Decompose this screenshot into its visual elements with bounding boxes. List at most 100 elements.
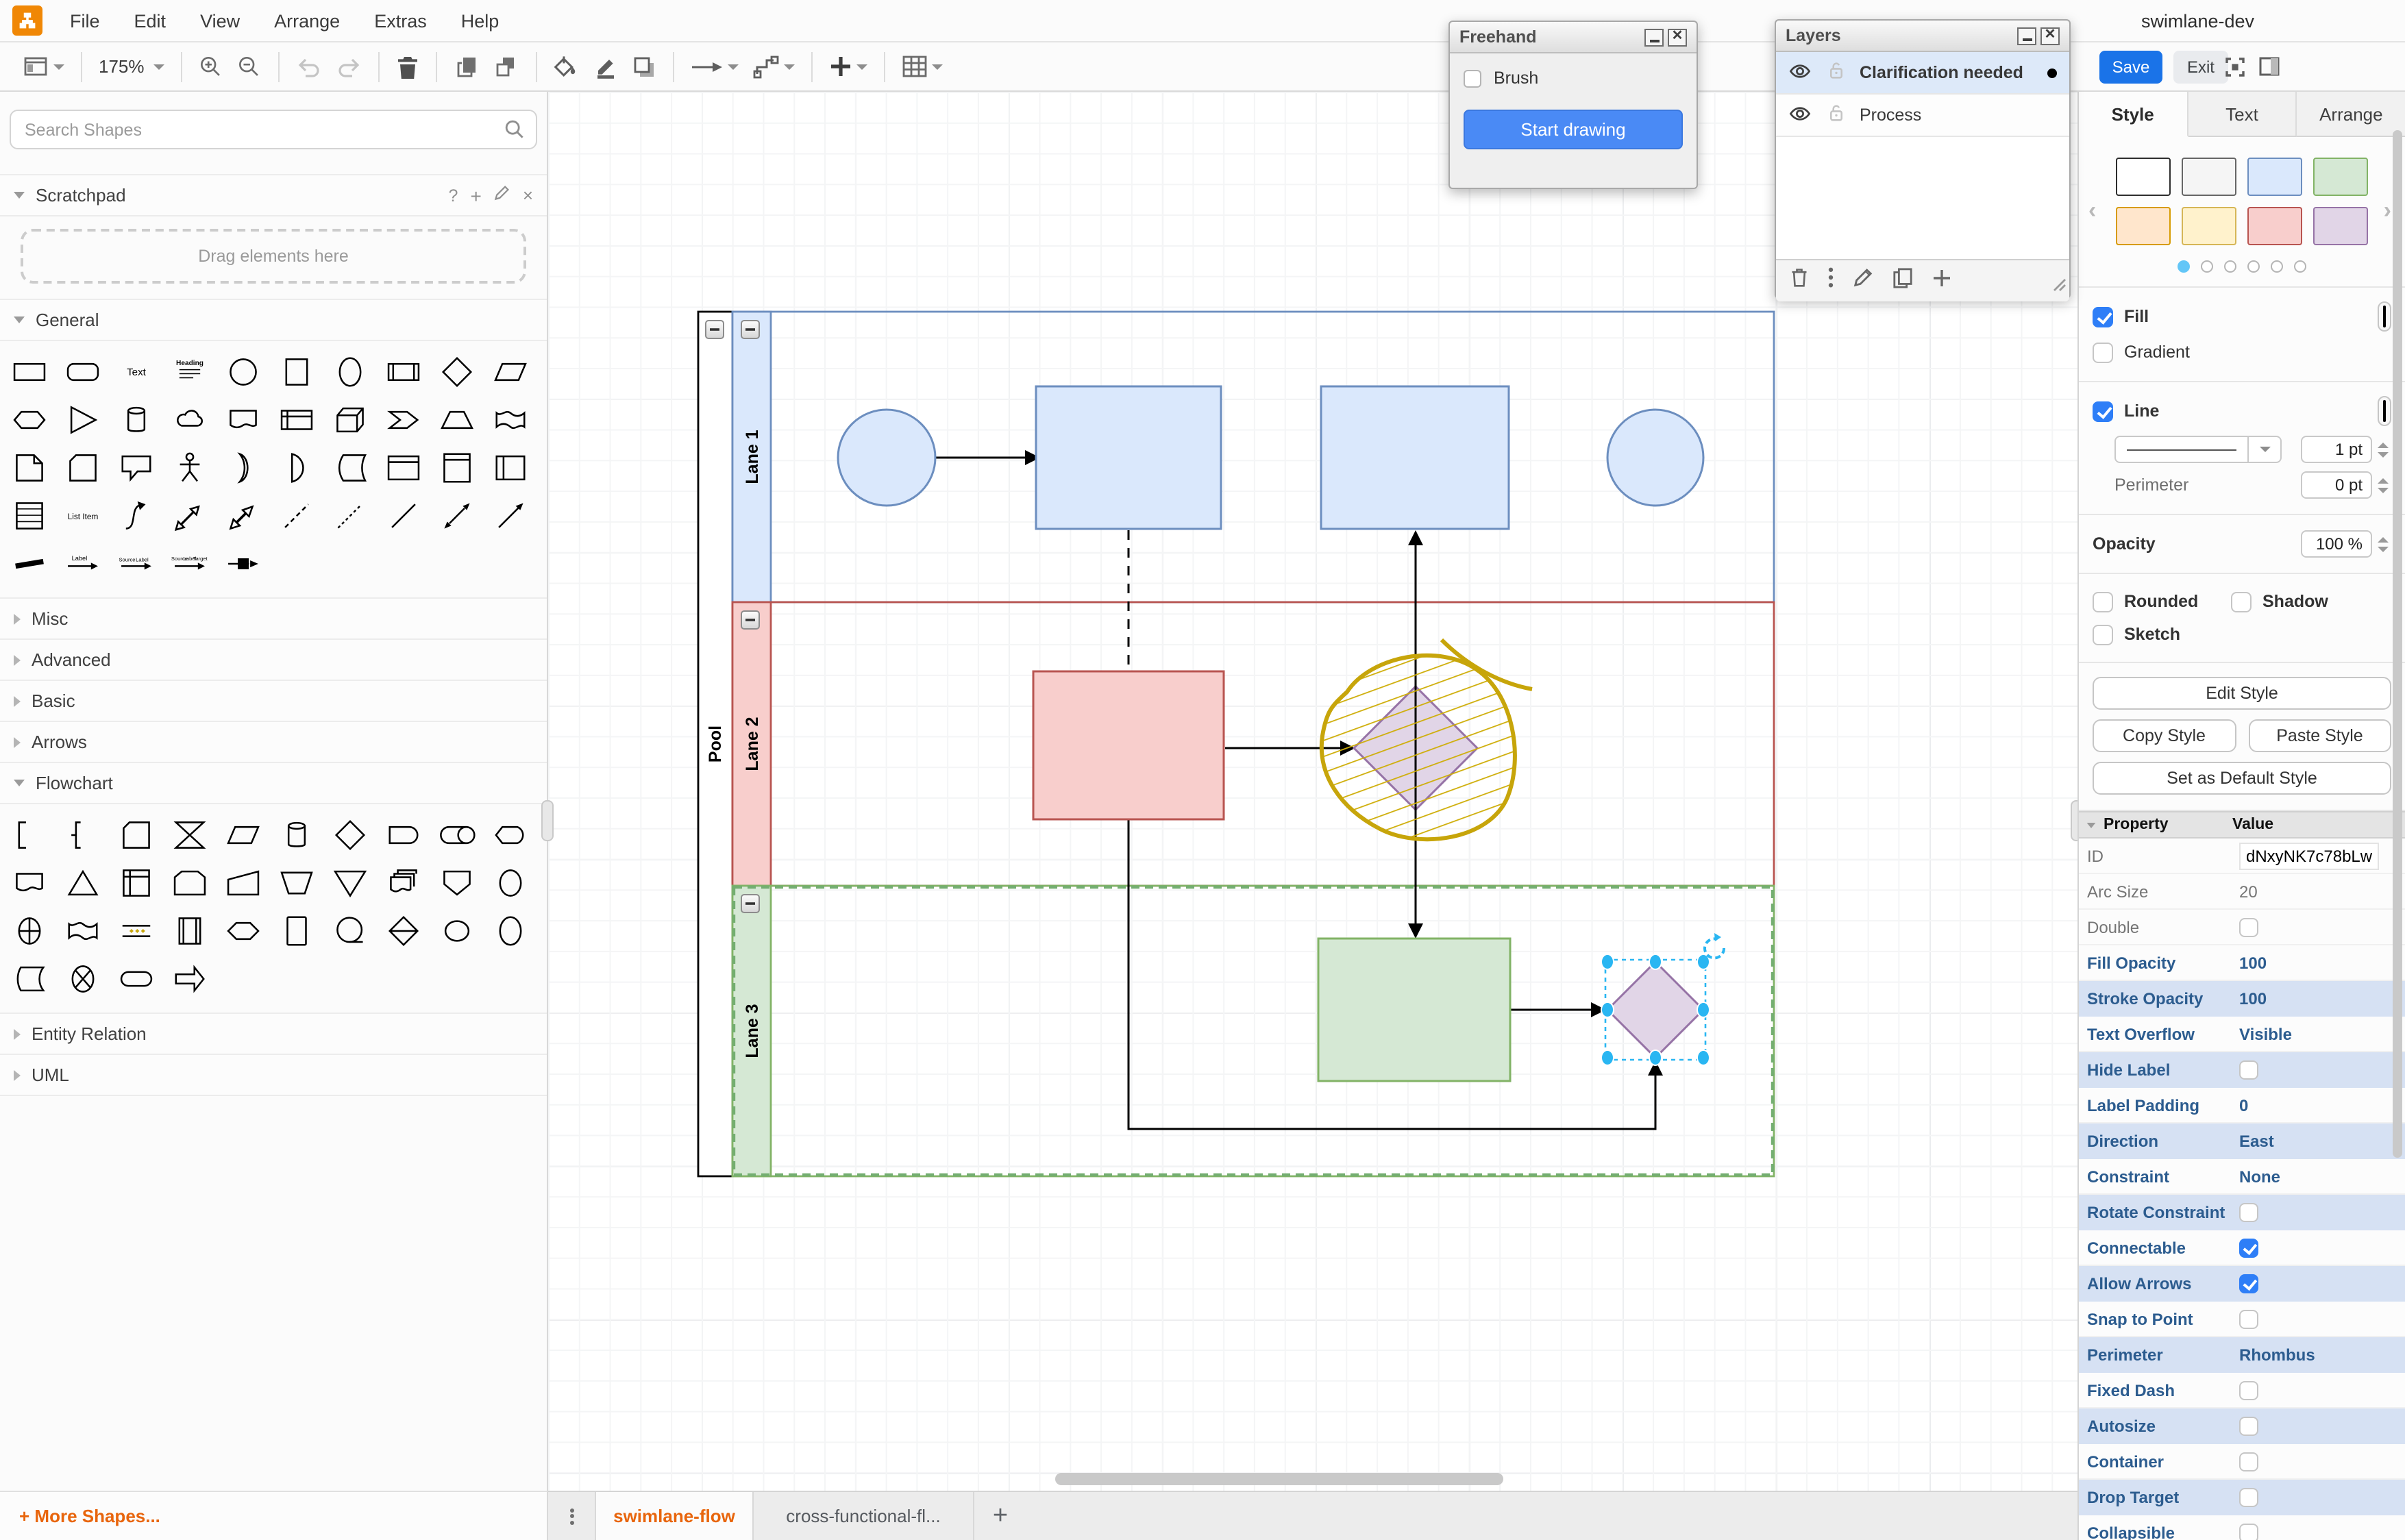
shape-start-2[interactable]: [484, 907, 537, 955]
style-preset-swatch-1[interactable]: [2182, 158, 2236, 196]
property-row-drop-target[interactable]: Drop Target: [2079, 1480, 2405, 1515]
menu-help[interactable]: Help: [461, 10, 500, 31]
shape-link[interactable]: [3, 540, 56, 588]
scratchpad-header[interactable]: Scratchpad ? + ×: [0, 174, 547, 216]
edit-style-button[interactable]: Edit Style: [2093, 677, 2391, 710]
task-3-node-red[interactable]: [1032, 670, 1225, 821]
property-row-constraint[interactable]: Constraint None: [2079, 1159, 2405, 1195]
scratchpad-close-icon[interactable]: ×: [523, 185, 533, 206]
redo-button[interactable]: [336, 55, 362, 77]
property-row-direction[interactable]: Direction East: [2079, 1123, 2405, 1159]
shape-vertical-container[interactable]: [430, 444, 484, 492]
menu-view[interactable]: View: [200, 10, 240, 31]
presets-page-dot-2[interactable]: [2224, 260, 2236, 273]
shape-preparation[interactable]: [217, 907, 270, 955]
property-checkbox[interactable]: [2239, 1380, 2258, 1400]
delete-layer-icon[interactable]: [1790, 267, 1809, 295]
shape-predefined-process[interactable]: [163, 907, 217, 955]
presets-page-dot-1[interactable]: [2201, 260, 2213, 273]
paste-style-button[interactable]: Paste Style: [2248, 719, 2391, 752]
property-row-text-overflow[interactable]: Text Overflow Visible: [2079, 1017, 2405, 1052]
waypoint-style-dropdown[interactable]: [753, 53, 796, 79]
layer-visibility-eye-icon[interactable]: [1788, 105, 1812, 125]
layer-lock-icon[interactable]: [1828, 60, 1845, 85]
property-row-hide-label[interactable]: Hide Label: [2079, 1052, 2405, 1088]
shape-cloud[interactable]: [163, 396, 217, 444]
shape-document[interactable]: [217, 396, 270, 444]
line-width-input[interactable]: 1 pt: [2301, 436, 2372, 463]
zoom-in-button[interactable]: [199, 54, 224, 79]
shape-dotted-line[interactable]: [323, 492, 377, 540]
end-event-node[interactable]: [1606, 408, 1705, 507]
shape-card[interactable]: [56, 444, 110, 492]
shape-directional-connector[interactable]: [484, 492, 537, 540]
style-preset-swatch-3[interactable]: [2313, 158, 2368, 196]
shape-actor[interactable]: [163, 444, 217, 492]
shape-tape[interactable]: [484, 396, 537, 444]
property-row-stroke-opacity[interactable]: Stroke Opacity 100: [2079, 981, 2405, 1017]
shape-terminator[interactable]: [110, 955, 163, 1003]
freehand-scribble-annotation[interactable]: [1319, 638, 1533, 842]
shape-bidirectional-arrow[interactable]: [163, 492, 217, 540]
line-width-stepper[interactable]: [2375, 436, 2391, 463]
menu-extras[interactable]: Extras: [374, 10, 427, 31]
format-panel-toggle-button[interactable]: [2258, 55, 2280, 85]
section-entity-relation[interactable]: Entity Relation: [0, 1013, 547, 1055]
section-general[interactable]: General: [0, 299, 547, 341]
shape-merge[interactable]: [323, 859, 377, 907]
fill-checkbox[interactable]: [2093, 306, 2113, 327]
shape-off-page[interactable]: [430, 859, 484, 907]
shape-horizontal-container[interactable]: [484, 444, 537, 492]
view-toggle-button[interactable]: [23, 55, 64, 78]
scratchpad-edit-icon[interactable]: [494, 185, 510, 206]
minimize-icon[interactable]: [2017, 27, 2036, 45]
start-event-node[interactable]: [837, 408, 937, 507]
start-drawing-button[interactable]: Start drawing: [1464, 110, 1683, 149]
shape-square[interactable]: [270, 348, 323, 396]
property-checkbox[interactable]: [2239, 1416, 2258, 1435]
section-advanced[interactable]: Advanced: [0, 638, 547, 681]
property-row-connectable[interactable]: Connectable: [2079, 1230, 2405, 1266]
property-checkbox[interactable]: [2239, 1309, 2258, 1328]
presets-page-dot-3[interactable]: [2247, 260, 2260, 273]
style-preset-swatch-5[interactable]: [2182, 207, 2236, 245]
shape-textbox[interactable]: Heading: [163, 348, 217, 396]
opacity-stepper[interactable]: [2375, 530, 2391, 558]
gradient-checkbox[interactable]: [2093, 342, 2113, 362]
section-misc[interactable]: Misc: [0, 597, 547, 640]
scratchpad-help-icon[interactable]: ?: [449, 186, 458, 205]
shape-cube[interactable]: [323, 396, 377, 444]
property-row-label-padding[interactable]: Label Padding 0: [2079, 1088, 2405, 1123]
style-preset-swatch-0[interactable]: [2116, 158, 2171, 196]
canvas-horizontal-scrollbar[interactable]: [1055, 1473, 1503, 1485]
property-row-double[interactable]: Double: [2079, 910, 2405, 945]
add-layer-icon[interactable]: [1932, 268, 1951, 294]
section-uml[interactable]: UML: [0, 1054, 547, 1096]
shape-or-junction[interactable]: [3, 907, 56, 955]
layer-row-clarification-needed[interactable]: Clarification needed: [1776, 52, 2069, 95]
pages-menu-icon[interactable]: [548, 1492, 595, 1540]
property-checkbox[interactable]: [2239, 1060, 2258, 1079]
line-checkbox[interactable]: [2093, 401, 2113, 421]
style-preset-swatch-7[interactable]: [2313, 207, 2368, 245]
pool-collapse-button[interactable]: [705, 320, 724, 339]
presets-page-dot-4[interactable]: [2271, 260, 2283, 273]
lane-2-collapse-button[interactable]: [741, 610, 760, 630]
shape-internal-storage[interactable]: [270, 396, 323, 444]
presets-prev-icon[interactable]: ‹: [2088, 197, 2096, 225]
shape-note[interactable]: [3, 444, 56, 492]
scratchpad-dropzone[interactable]: Drag elements here: [21, 229, 526, 284]
shadow-button[interactable]: [632, 54, 657, 79]
property-row-rotate-constraint[interactable]: Rotate Constraint: [2079, 1195, 2405, 1230]
shape-cylinder[interactable]: [110, 396, 163, 444]
connection-style-dropdown[interactable]: [691, 58, 739, 75]
undo-button[interactable]: [297, 55, 323, 77]
shape-extract[interactable]: [56, 859, 110, 907]
perimeter-input[interactable]: 0 pt: [2301, 471, 2372, 499]
shape-trapezoid[interactable]: [430, 396, 484, 444]
shape-paper-tape[interactable]: [56, 907, 110, 955]
insert-dropdown[interactable]: [830, 55, 868, 78]
section-flowchart[interactable]: Flowchart: [0, 762, 547, 804]
shape-curve[interactable]: [110, 492, 163, 540]
shape-or[interactable]: [217, 444, 270, 492]
